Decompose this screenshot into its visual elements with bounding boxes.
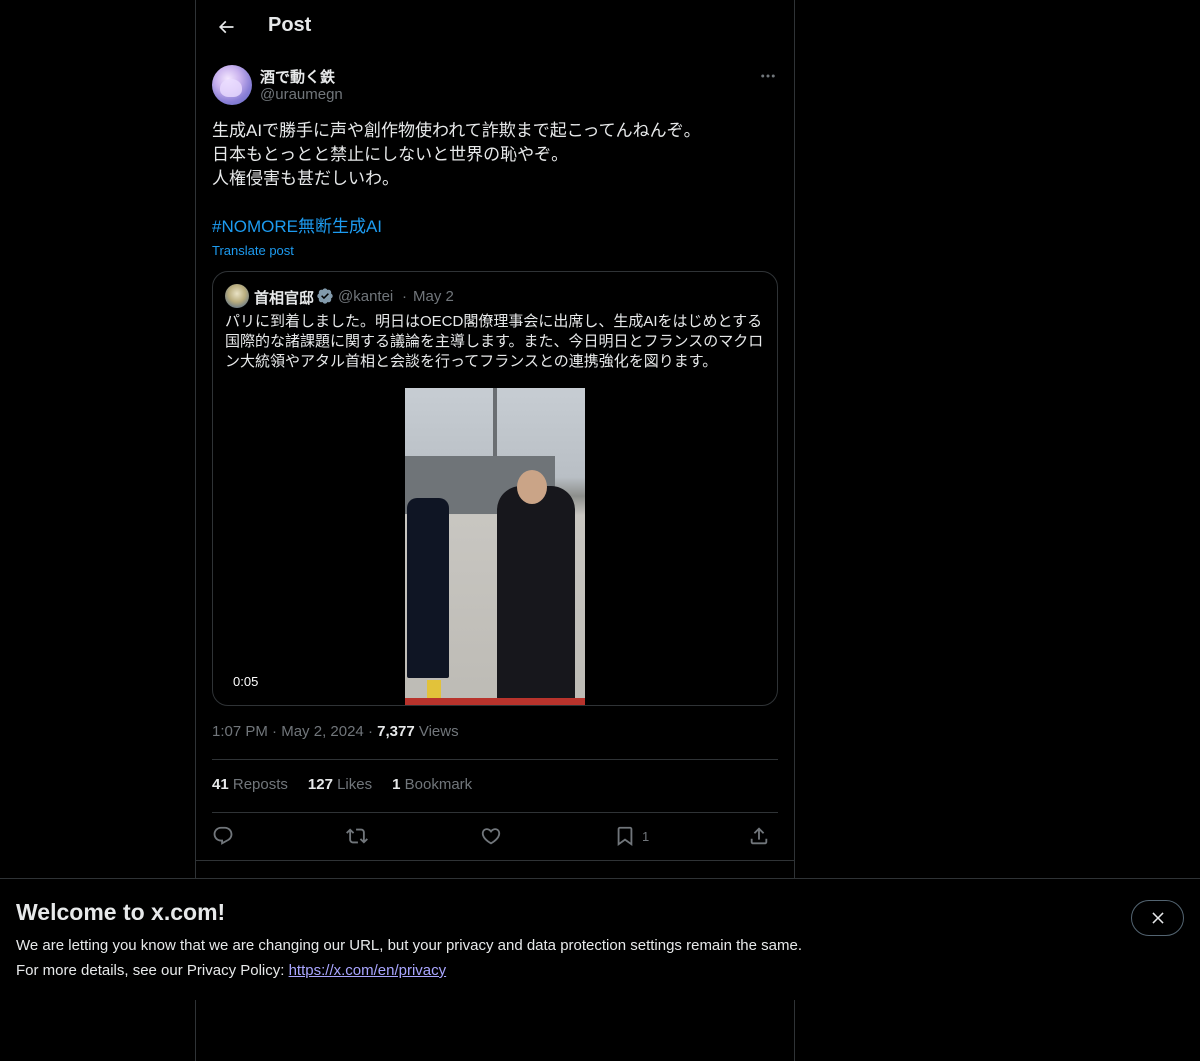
likes-stat[interactable]: 127 Likes xyxy=(308,776,372,793)
author-handle[interactable]: @uraumegn xyxy=(260,86,343,103)
quoted-post-text: パリに到着しました。明日はOECD閣僚理事会に出席し、生成AIをはじめとする国際… xyxy=(225,313,764,370)
url-change-banner: Welcome to x.com! We are letting you kno… xyxy=(0,878,1200,1000)
separator-dot: · xyxy=(402,288,407,305)
more-options-button[interactable] xyxy=(756,64,780,88)
post-meta: 1:07 PM · May 2, 2024 · 7,377 Views xyxy=(212,723,459,740)
reply-icon xyxy=(213,826,233,845)
video-frame-detail xyxy=(493,388,497,463)
video-player[interactable] xyxy=(405,388,585,705)
repost-button[interactable] xyxy=(346,822,368,850)
quoted-author-avatar xyxy=(225,284,249,308)
arrow-left-icon xyxy=(218,20,234,34)
quoted-author-name: 首相官邸 xyxy=(254,290,315,307)
reposts-stat[interactable]: 41 Reposts xyxy=(212,776,288,793)
views-label: Views xyxy=(418,723,459,740)
privacy-policy-link[interactable]: https://x.com/en/privacy xyxy=(289,962,447,979)
video-duration: 0:05 xyxy=(225,672,267,691)
author-avatar[interactable] xyxy=(212,65,252,105)
translate-post-link[interactable]: Translate post xyxy=(212,243,294,258)
post-date[interactable]: May 2, 2024 xyxy=(281,723,364,740)
video-frame-detail xyxy=(517,470,547,504)
banner-title: Welcome to x.com! xyxy=(16,899,226,925)
separator-dot: · xyxy=(272,723,282,740)
views-count: 7,377 xyxy=(377,723,415,740)
reply-button[interactable] xyxy=(212,822,234,850)
bookmarks-stat[interactable]: 1 Bookmark xyxy=(392,776,472,793)
hashtag-link[interactable]: #NOMORE無断生成AI xyxy=(212,215,382,239)
post-text: 生成AIで勝手に声や創作物使われて詐欺まで起こってんねんぞ。 日本もとっとと禁止… xyxy=(212,121,701,188)
more-icon xyxy=(761,74,775,78)
like-button[interactable] xyxy=(480,822,502,850)
heart-icon xyxy=(481,828,501,845)
banner-message: We are letting you know that we are chan… xyxy=(16,937,802,954)
bookmark-button[interactable]: 1 xyxy=(614,822,649,850)
separator-dot: · xyxy=(367,723,378,740)
close-banner-button[interactable] xyxy=(1131,900,1184,936)
quoted-author-handle: @kantei xyxy=(338,288,394,305)
video-frame-detail xyxy=(405,698,585,705)
video-frame-detail xyxy=(407,498,449,678)
divider xyxy=(196,860,794,861)
action-bar: 1 xyxy=(212,822,778,850)
banner-privacy-prefix: For more details, see our Privacy Policy… xyxy=(16,962,289,979)
banner-privacy-line: For more details, see our Privacy Policy… xyxy=(16,962,446,979)
bookmark-count: 1 xyxy=(642,828,650,844)
share-button[interactable] xyxy=(748,822,770,850)
back-button[interactable] xyxy=(208,9,244,45)
quoted-post-date: May 2 xyxy=(413,288,454,305)
page-title: Post xyxy=(268,14,312,36)
verified-badge-icon xyxy=(317,288,333,304)
author-name[interactable]: 酒で動く鉄 xyxy=(260,66,335,87)
bookmark-icon xyxy=(617,826,633,847)
share-icon xyxy=(750,827,768,845)
divider xyxy=(212,759,778,760)
close-icon xyxy=(1151,912,1164,924)
video-frame-detail xyxy=(497,486,575,705)
divider xyxy=(212,812,778,813)
page-header: Post xyxy=(196,0,794,54)
post-time[interactable]: 1:07 PM xyxy=(212,723,268,740)
repost-icon xyxy=(346,828,368,844)
quoted-post[interactable]: 首相官邸 @kantei · May 2 パリに到着しました。明日はOECD閣僚… xyxy=(212,271,778,706)
post-stats: 41 Reposts 127 Likes 1 Bookmark xyxy=(212,776,472,793)
